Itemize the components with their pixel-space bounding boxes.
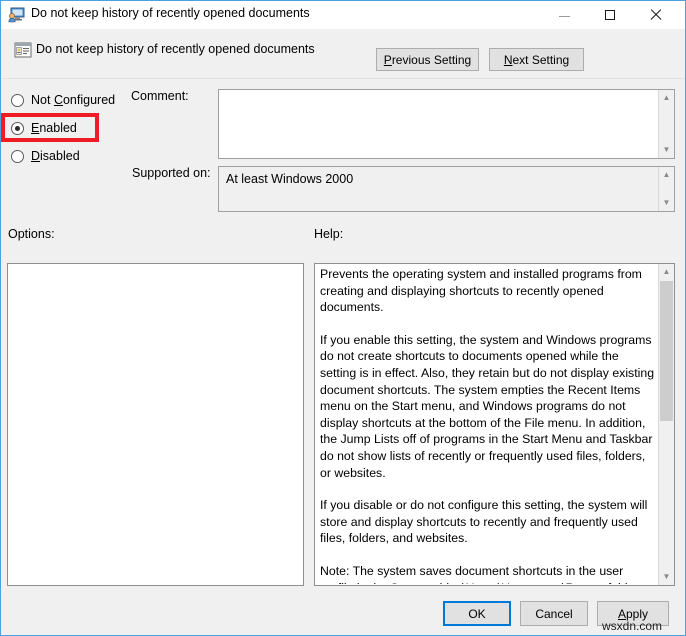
minimize-button[interactable]	[541, 1, 587, 29]
radio-enabled-label: Enabled	[31, 121, 77, 135]
policy-setting-dialog: Do not keep history of recently opened d…	[0, 0, 686, 636]
help-paragraph: Prevents the operating system and instal…	[320, 267, 642, 315]
radio-disabled-label: Disabled	[31, 149, 80, 163]
cancel-button[interactable]: Cancel	[520, 601, 588, 626]
help-panel[interactable]: Prevents the operating system and instal…	[314, 263, 675, 586]
comment-label: Comment:	[131, 89, 189, 103]
comment-scroll-up-icon[interactable]: ▲	[659, 90, 674, 106]
supported-on-value: At least Windows 2000	[226, 172, 354, 186]
supported-on-label: Supported on:	[132, 166, 211, 180]
previous-setting-accel: P	[383, 52, 392, 67]
radio-disabled[interactable]: Disabled	[11, 147, 80, 165]
title-bar: Do not keep history of recently opened d…	[1, 1, 685, 29]
previous-setting-button[interactable]: Previous Setting	[376, 48, 479, 71]
radio-not-configured[interactable]: Not Configured	[11, 91, 115, 109]
minimize-icon	[558, 15, 570, 17]
help-paragraph: Note: The system saves document shortcut…	[320, 563, 641, 584]
options-panel[interactable]	[7, 263, 304, 586]
ok-button-label: OK	[468, 606, 486, 621]
next-setting-label: ext Setting	[512, 52, 570, 67]
comment-scrollbar[interactable]: ▲ ▼	[658, 90, 674, 158]
radio-enabled[interactable]: Enabled	[11, 119, 77, 137]
options-label: Options:	[8, 227, 55, 241]
maximize-button[interactable]	[587, 1, 633, 29]
radio-not-configured-label: Not Configured	[31, 93, 116, 107]
supported-on-box: At least Windows 2000 ▲ ▼	[218, 166, 675, 212]
comment-scroll-down-icon[interactable]: ▼	[659, 142, 674, 158]
radio-enabled-icon	[11, 121, 24, 135]
help-paragraph: If you enable this setting, the system a…	[320, 332, 655, 480]
close-button[interactable]	[633, 1, 679, 29]
help-scroll-down-icon[interactable]: ▼	[659, 569, 674, 585]
next-setting-button[interactable]: Next Setting	[489, 48, 584, 71]
help-scroll-thumb[interactable]	[660, 281, 673, 421]
setting-title: Do not keep history of recently opened d…	[36, 42, 315, 56]
next-setting-accel: N	[503, 52, 513, 67]
close-icon	[650, 9, 662, 21]
supported-on-scrollbar[interactable]: ▲ ▼	[658, 167, 674, 211]
policy-computer-icon	[8, 7, 25, 23]
previous-setting-label: revious Setting	[391, 52, 472, 67]
maximize-icon	[605, 10, 615, 20]
watermark: wsxdn.com	[602, 619, 663, 633]
help-scrollbar[interactable]: ▲ ▼	[658, 264, 674, 585]
help-label: Help:	[314, 227, 344, 241]
supported-on-scroll-down-icon[interactable]: ▼	[659, 195, 674, 211]
radio-disabled-icon	[11, 149, 24, 163]
supported-on-scroll-up-icon[interactable]: ▲	[659, 167, 674, 183]
policy-setting-icon	[14, 41, 32, 59]
radio-not-configured-icon	[11, 93, 24, 107]
cancel-button-label: Cancel	[535, 606, 573, 621]
help-scroll-up-icon[interactable]: ▲	[659, 264, 674, 280]
help-paragraph: If you disable or do not configure this …	[320, 498, 648, 546]
ok-button[interactable]: OK	[443, 601, 511, 626]
comment-textarea[interactable]: ▲ ▼	[218, 89, 675, 159]
window-title: Do not keep history of recently opened d…	[31, 6, 310, 20]
help-panel-text: Prevents the operating system and instal…	[320, 266, 656, 584]
